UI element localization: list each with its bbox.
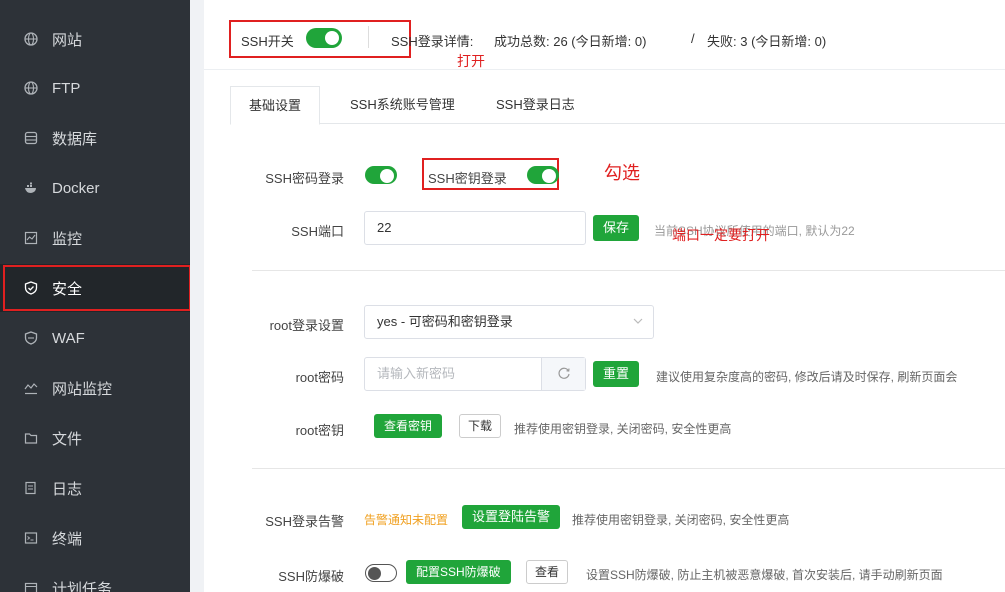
tab-bar: 基础设置 SSH系统账号管理 SSH登录日志 <box>230 86 1005 125</box>
sidebar-item-ftp[interactable]: FTP <box>0 64 190 112</box>
sidebar-item-files[interactable]: 文件 <box>0 414 190 462</box>
download-key-button[interactable]: 下载 <box>459 414 502 438</box>
config-brute-force-button[interactable]: 配置SSH防爆破 <box>406 560 511 584</box>
root-login-setting-label: root登录设置 <box>269 318 344 333</box>
save-port-button[interactable]: 保存 <box>593 215 640 241</box>
key-note: 推荐使用密钥登录, 关闭密码, 安全性更高 <box>514 422 732 436</box>
main-content: SSH开关 SSH登录详情: 成功总数: 26 (今日新增: 0) / 失败: … <box>204 0 1005 592</box>
globe-icon <box>24 32 38 46</box>
divider <box>368 26 369 48</box>
alert-status: 告警通知未配置 <box>364 513 449 527</box>
brute-force-toggle[interactable] <box>365 564 397 582</box>
shield-icon <box>24 331 38 345</box>
annotation-box-ssh-switch <box>229 20 411 58</box>
view-key-button[interactable]: 查看密钥 <box>374 414 443 438</box>
root-login-select[interactable]: yes - 可密码和密钥登录 <box>364 305 654 339</box>
sidebar-item-logs[interactable]: 日志 <box>0 464 190 512</box>
fail-count: 失败: 3 (今日新增: 0) <box>707 34 827 49</box>
refresh-icon <box>557 366 571 383</box>
annotation-box-security <box>3 265 191 311</box>
chart-icon <box>24 381 38 395</box>
log-icon <box>24 481 38 495</box>
sidebar-item-cron[interactable]: 计划任务 <box>0 564 190 592</box>
sidebar-item-website[interactable]: 网站 <box>0 15 190 63</box>
ssh-status-bar: SSH开关 SSH登录详情: 成功总数: 26 (今日新增: 0) / 失败: … <box>204 0 1005 70</box>
root-password-label: root密码 <box>295 370 344 385</box>
sidebar-item-label: Docker <box>52 179 100 197</box>
sidebar-item-label: 终端 <box>52 530 83 548</box>
sidebar-item-label: WAF <box>52 329 85 347</box>
sidebar-item-label: 文件 <box>52 430 83 448</box>
sidebar-item-site-monitor[interactable]: 网站监控 <box>0 364 190 412</box>
sidebar-item-label: 日志 <box>52 480 83 498</box>
globe-icon <box>24 81 38 95</box>
port-label: SSH端口 <box>291 224 344 239</box>
sidebar-gutter <box>190 0 204 592</box>
database-icon <box>24 131 38 145</box>
sidebar-item-label: 计划任务 <box>52 580 113 592</box>
ssh-alert-label: SSH登录告警 <box>265 514 344 529</box>
sidebar-item-terminal[interactable]: 终端 <box>0 514 190 562</box>
root-key-label: root密钥 <box>295 423 344 438</box>
terminal-icon <box>24 531 38 545</box>
sidebar-item-label: 网站监控 <box>52 380 113 398</box>
folder-icon <box>24 431 38 445</box>
chevron-down-icon <box>633 306 643 338</box>
section-divider <box>252 468 1005 469</box>
calendar-icon <box>24 581 38 592</box>
sidebar-item-label: 网站 <box>52 31 83 49</box>
tab-basic-settings[interactable]: 基础设置 <box>230 86 321 125</box>
view-brute-force-button[interactable]: 查看 <box>526 560 569 584</box>
monitor-icon <box>24 231 38 245</box>
sidebar-item-monitor[interactable]: 监控 <box>0 214 190 262</box>
login-detail-label: SSH登录详情: <box>391 34 474 49</box>
set-alert-button[interactable]: 设置登陆告警 <box>462 505 561 529</box>
password-login-label: SSH密码登录 <box>265 171 344 186</box>
password-note: 建议使用复杂度高的密码, 修改后请及时保存, 刷新页面会 <box>656 370 958 384</box>
refresh-password-button[interactable] <box>541 358 585 390</box>
root-login-select-value: yes - 可密码和密钥登录 <box>377 314 513 329</box>
section-divider <box>252 270 1005 271</box>
sidebar-item-database[interactable]: 数据库 <box>0 114 190 162</box>
alert-note: 推荐使用密钥登录, 关闭密码, 安全性更高 <box>572 513 790 527</box>
port-input[interactable]: 22 <box>364 211 586 245</box>
tab-ssh-login-log[interactable]: SSH登录日志 <box>478 86 593 124</box>
docker-icon <box>24 181 38 195</box>
detail-separator: / <box>691 31 695 46</box>
sidebar-item-label: 数据库 <box>52 130 98 148</box>
key-login-label: SSH密钥登录 <box>428 171 507 186</box>
sidebar-item-docker[interactable]: Docker <box>0 164 190 212</box>
success-count: 成功总数: 26 (今日新增: 0) <box>494 34 647 49</box>
annotation-open: 打开 <box>457 53 485 69</box>
reset-password-button[interactable]: 重置 <box>593 361 640 387</box>
annotation-check: 勾选 <box>604 163 640 183</box>
annotation-port: 端口一定要打开 <box>672 227 770 243</box>
tab-ssh-accounts[interactable]: SSH系统账号管理 <box>332 86 473 124</box>
key-login-toggle[interactable] <box>527 166 559 184</box>
brute-force-note: 设置SSH防爆破, 防止主机被恶意爆破, 首次安装后, 请手动刷新页面 <box>586 568 943 582</box>
sidebar-item-waf[interactable]: WAF <box>0 314 190 362</box>
password-login-toggle[interactable] <box>365 166 397 184</box>
sidebar-item-label: FTP <box>52 79 81 97</box>
sidebar-item-label: 监控 <box>52 230 83 248</box>
sidebar: 网站 FTP 数据库 Docker 监控 安全 WAF 网站监控 文件 日志 终… <box>0 0 191 592</box>
brute-force-label: SSH防爆破 <box>278 569 344 584</box>
